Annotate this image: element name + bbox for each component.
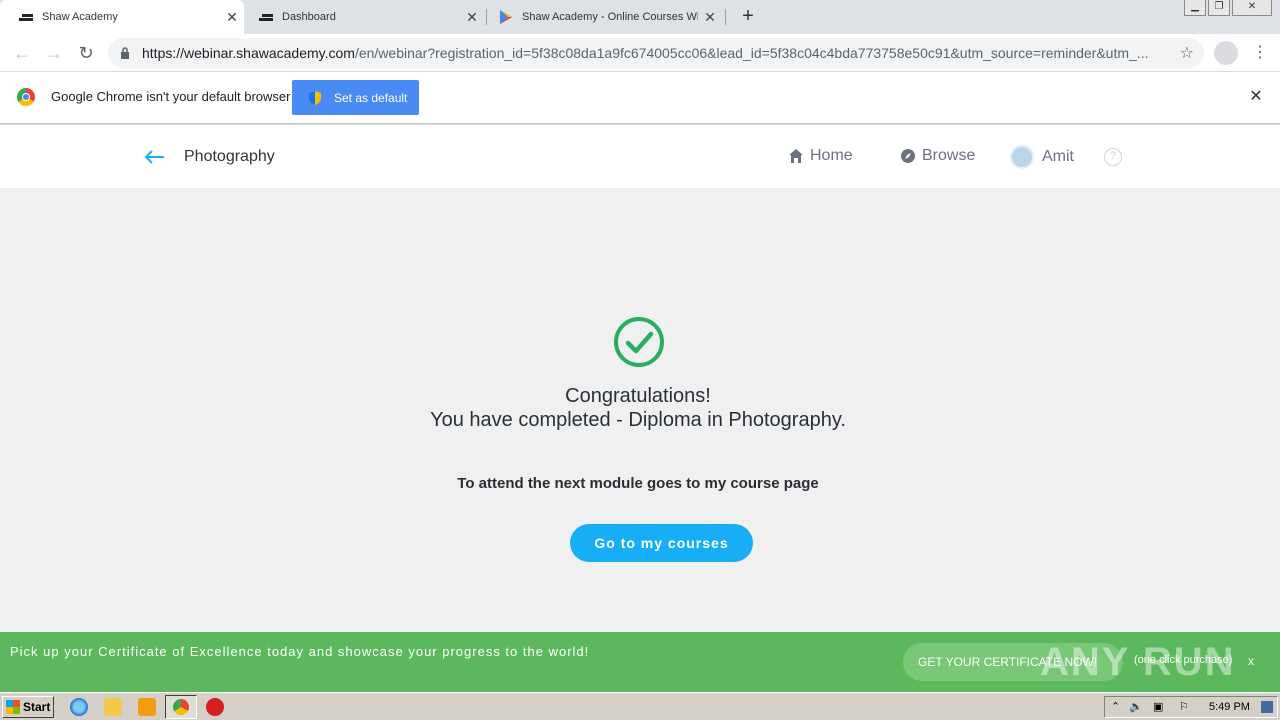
tab-dashboard[interactable]: Dashboard ✕ <box>244 0 484 34</box>
media-player-icon[interactable] <box>138 698 156 716</box>
tab-separator <box>725 9 726 25</box>
nav-browse[interactable]: Browse <box>900 147 975 165</box>
tab-online-courses[interactable]: Shaw Academy - Online Courses With ✕ <box>486 0 722 34</box>
home-icon <box>789 149 803 163</box>
tab-title: Shaw Academy - Online Courses With <box>522 11 698 23</box>
start-button[interactable]: Start <box>2 696 54 718</box>
bookmark-star-icon[interactable]: ☆ <box>1180 43 1194 63</box>
url-path: /en/webinar?registration_id=5f38c08da1a9… <box>354 45 1149 61</box>
taskbar: Start ⌃ 🔈 ▣ ⚐ 5:49 PM <box>0 692 1280 720</box>
stop-icon[interactable] <box>206 698 224 716</box>
nav-home-label: Home <box>810 147 853 164</box>
site-header: Photography Home Browse Amit ? <box>0 125 1280 188</box>
minimize-icon[interactable]: ▁ <box>1184 0 1206 16</box>
back-arrow-icon[interactable] <box>143 145 167 169</box>
tray-expand-icon[interactable]: ⌃ <box>1111 700 1120 713</box>
one-click-note: (one click purchase) <box>1134 654 1233 666</box>
congrats-line1: Congratulations! <box>565 385 711 407</box>
certificate-text: Pick up your Certificate of Excellence t… <box>10 644 590 659</box>
volume-icon[interactable]: 🔈 <box>1129 700 1143 713</box>
reload-icon[interactable]: ↻ <box>74 41 98 65</box>
avatar <box>1012 147 1032 167</box>
tab-close-icon[interactable]: ✕ <box>460 9 484 26</box>
infobar-message: Google Chrome isn't your default browser <box>51 89 291 104</box>
restore-icon[interactable]: ❐ <box>1208 0 1230 16</box>
infobar-close-icon[interactable]: ✕ <box>1246 86 1266 106</box>
tab-strip: Shaw Academy ✕ Dashboard ✕ Shaw Academy … <box>0 0 1280 34</box>
profile-avatar-icon[interactable] <box>1214 41 1238 65</box>
congrats-message: Congratulations! You have completed - Di… <box>340 384 936 432</box>
certificate-banner: Pick up your Certificate of Excellence t… <box>0 632 1280 692</box>
chrome-icon <box>173 699 189 715</box>
nav-user[interactable]: Amit <box>1012 147 1074 167</box>
help-icon[interactable]: ? <box>1104 148 1122 166</box>
tab-title: Dashboard <box>282 11 336 23</box>
close-window-icon[interactable]: ✕ <box>1232 0 1272 16</box>
clock: 5:49 PM <box>1209 701 1250 713</box>
chrome-taskbar-button[interactable] <box>165 695 197 719</box>
address-bar[interactable]: https://webinar.shawacademy.com /en/webi… <box>108 38 1204 68</box>
start-label: Start <box>23 700 51 714</box>
shaw-favicon-icon <box>258 9 274 25</box>
compass-icon <box>901 149 915 163</box>
nav-home[interactable]: Home <box>788 147 853 165</box>
new-tab-icon[interactable]: + <box>736 5 760 29</box>
tab-close-icon[interactable]: ✕ <box>698 9 722 26</box>
menu-icon[interactable]: ⋮ <box>1252 41 1268 65</box>
set-default-label: Set as default <box>334 90 408 105</box>
nav-user-label: Amit <box>1042 148 1074 165</box>
next-module-instruction: To attend the next module goes to my cou… <box>457 475 819 492</box>
tab-shaw-academy[interactable]: Shaw Academy ✕ <box>0 0 244 34</box>
internet-explorer-icon[interactable] <box>70 698 88 716</box>
show-desktop-icon[interactable] <box>1261 701 1273 713</box>
browser-toolbar: ← → ↻ https://webinar.shawacademy.com /e… <box>0 34 1280 72</box>
windows-logo-icon <box>6 700 20 714</box>
chrome-logo-icon <box>17 88 35 106</box>
congrats-line2: You have completed - Diploma in Photogra… <box>430 409 846 431</box>
completion-panel: Congratulations! You have completed - Di… <box>0 188 1280 632</box>
go-to-courses-button[interactable]: Go to my courses <box>570 524 753 562</box>
tab-title: Shaw Academy <box>42 11 118 23</box>
play-store-icon <box>498 9 514 25</box>
set-default-button[interactable]: Set as default <box>292 80 419 115</box>
back-icon[interactable]: ← <box>10 41 34 65</box>
forward-icon[interactable]: → <box>42 41 66 65</box>
url-host: https://webinar.shawacademy.com <box>142 45 355 61</box>
system-tray: ⌃ 🔈 ▣ ⚐ 5:49 PM <box>1104 696 1278 718</box>
shaw-favicon-icon <box>18 9 34 25</box>
check-circle-icon <box>614 317 664 367</box>
tab-close-icon[interactable]: ✕ <box>220 9 244 26</box>
banner-close-icon[interactable]: x <box>1248 654 1254 668</box>
default-browser-infobar: Google Chrome isn't your default browser… <box>0 72 1280 124</box>
shield-icon <box>308 90 324 106</box>
lock-icon <box>108 47 142 59</box>
nav-browse-label: Browse <box>922 147 976 164</box>
file-explorer-icon[interactable] <box>104 698 122 716</box>
flag-icon[interactable]: ⚐ <box>1179 700 1189 713</box>
network-icon[interactable]: ▣ <box>1153 700 1163 713</box>
course-title: Photography <box>184 148 275 165</box>
